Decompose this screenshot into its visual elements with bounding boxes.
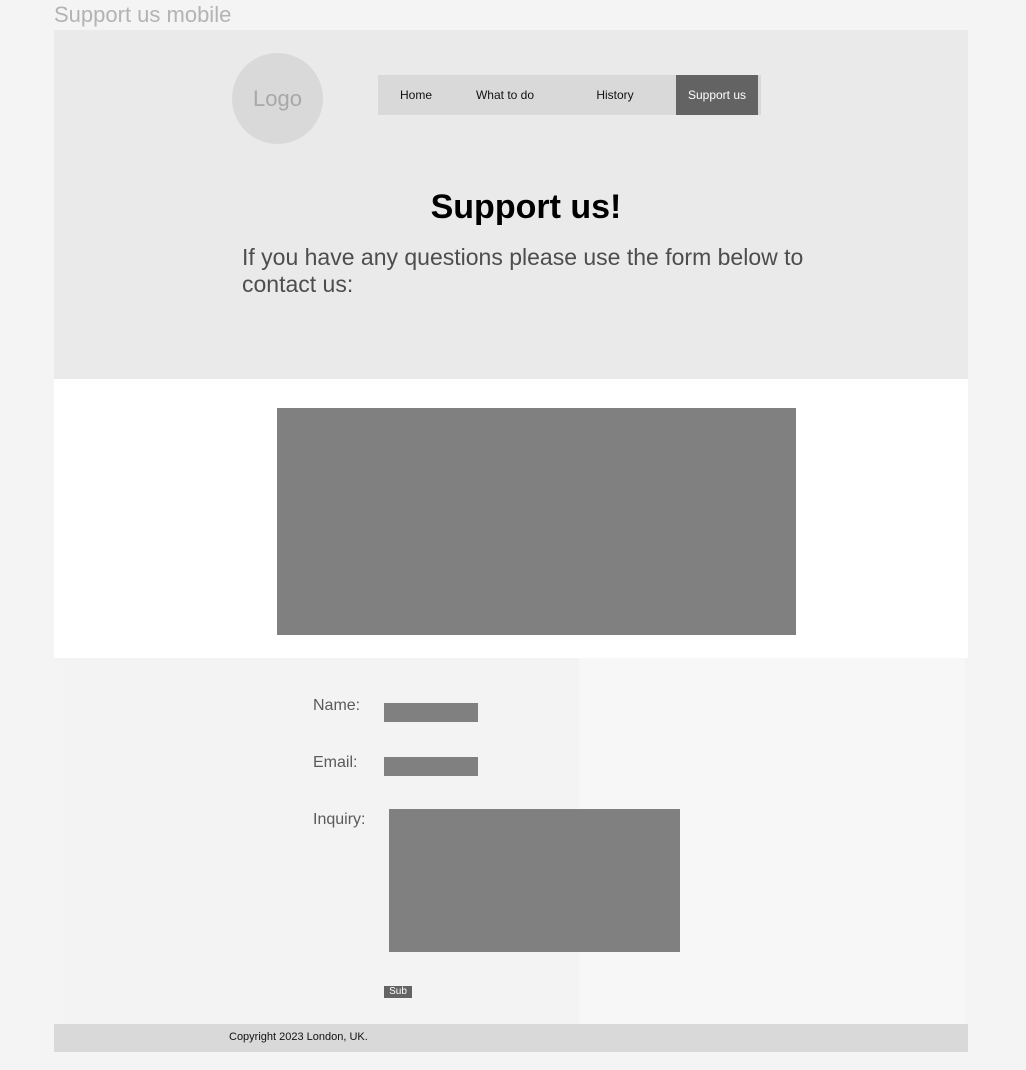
- inquiry-label: Inquiry:: [313, 811, 366, 828]
- email-input[interactable]: [384, 757, 478, 776]
- name-input[interactable]: [384, 703, 478, 722]
- nav-bar: Home What to do History Support us: [378, 75, 761, 115]
- frame-title: Support us mobile: [54, 2, 232, 27]
- copyright-text: Copyright 2023 London, UK.: [229, 1031, 368, 1043]
- name-label: Name:: [313, 697, 361, 714]
- logo[interactable]: Logo: [232, 53, 323, 144]
- footer: Copyright 2023 London, UK.: [54, 1024, 968, 1052]
- inquiry-textarea[interactable]: [389, 809, 680, 952]
- submit-button[interactable]: Sub: [384, 986, 412, 998]
- media-section: [54, 379, 968, 658]
- nav-home[interactable]: Home: [378, 75, 454, 115]
- header: Logo Home What to do History Support us …: [54, 30, 968, 379]
- email-label: Email:: [313, 754, 358, 771]
- page-heading: Support us!: [430, 188, 622, 226]
- nav-support-us[interactable]: Support us: [676, 75, 758, 115]
- page-subtitle: If you have any questions please use the…: [242, 244, 804, 297]
- nav-what-to-do[interactable]: What to do: [454, 75, 556, 115]
- nav-history[interactable]: History: [560, 75, 670, 115]
- image-placeholder: [277, 408, 796, 635]
- page-frame: Logo Home What to do History Support us …: [54, 30, 968, 1052]
